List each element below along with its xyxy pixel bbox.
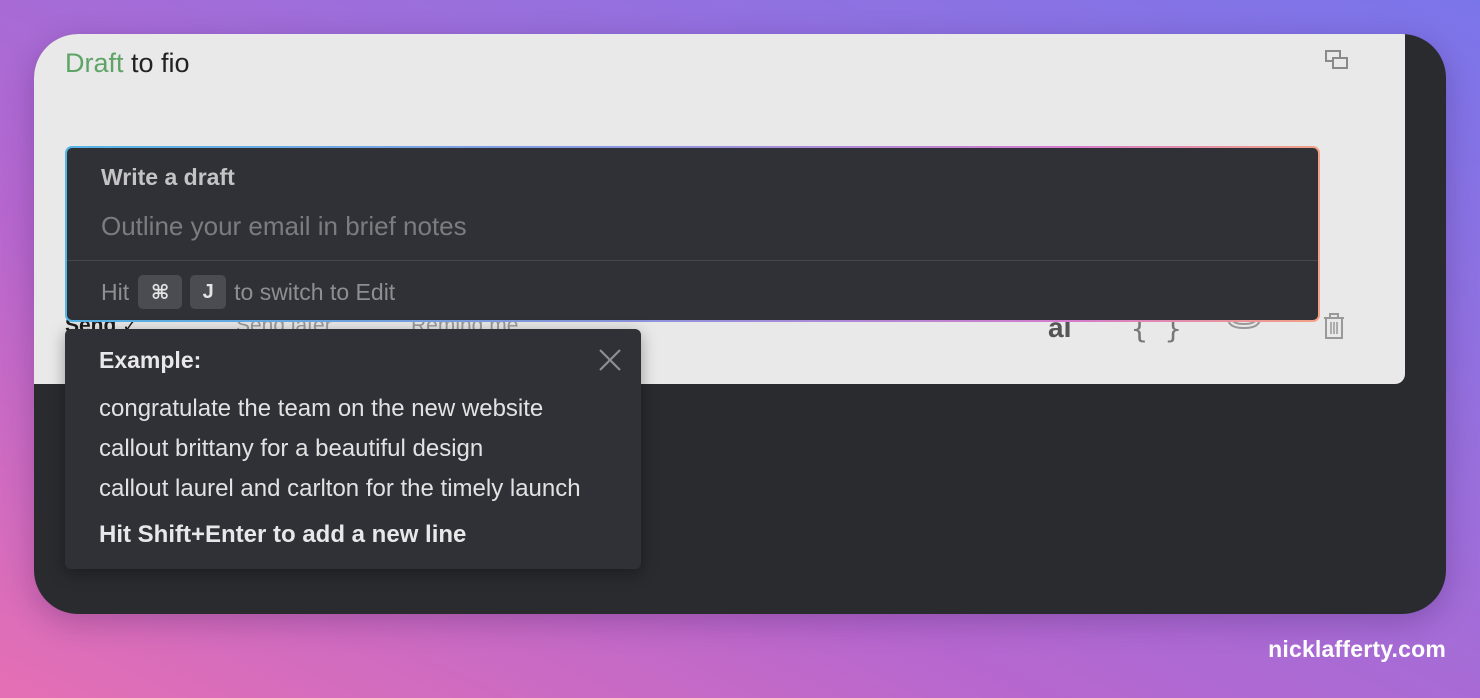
hint-prefix: Hit	[101, 278, 130, 305]
example-line: callout brittany for a beautiful design	[99, 435, 484, 462]
compose-title-recipient[interactable]: to fio	[131, 48, 190, 78]
draft-divider	[67, 260, 1318, 261]
watermark: nicklafferty.com	[1268, 636, 1446, 662]
close-icon[interactable]	[596, 346, 624, 374]
example-title: Example:	[99, 347, 202, 373]
switch-mode-hint: Hit ⌘ J to switch to Edit	[101, 274, 395, 310]
example-line: callout laurel and carlton for the timel…	[99, 475, 581, 502]
popout-icon[interactable]	[1323, 48, 1351, 72]
compose-title-accent: Draft	[65, 48, 124, 78]
trash-icon[interactable]	[1321, 312, 1347, 340]
j-key: J	[190, 275, 227, 309]
ai-draft-box: Write a draft Hit ⌘ J to switch to Edit	[65, 146, 1320, 322]
compose-title: Draft to fio	[65, 48, 190, 79]
hint-suffix: to switch to Edit	[234, 278, 396, 305]
draft-label: Write a draft	[101, 164, 235, 190]
ai-draft-panel: Write a draft Hit ⌘ J to switch to Edit	[67, 148, 1318, 320]
draft-notes-input[interactable]	[101, 206, 1251, 246]
example-popup: Example: congratulate the team on the ne…	[65, 329, 641, 569]
example-footer-hint: Hit Shift+Enter to add a new line	[99, 521, 467, 548]
command-key-icon: ⌘	[138, 275, 183, 309]
example-line: congratulate the team on the new website	[99, 395, 544, 422]
